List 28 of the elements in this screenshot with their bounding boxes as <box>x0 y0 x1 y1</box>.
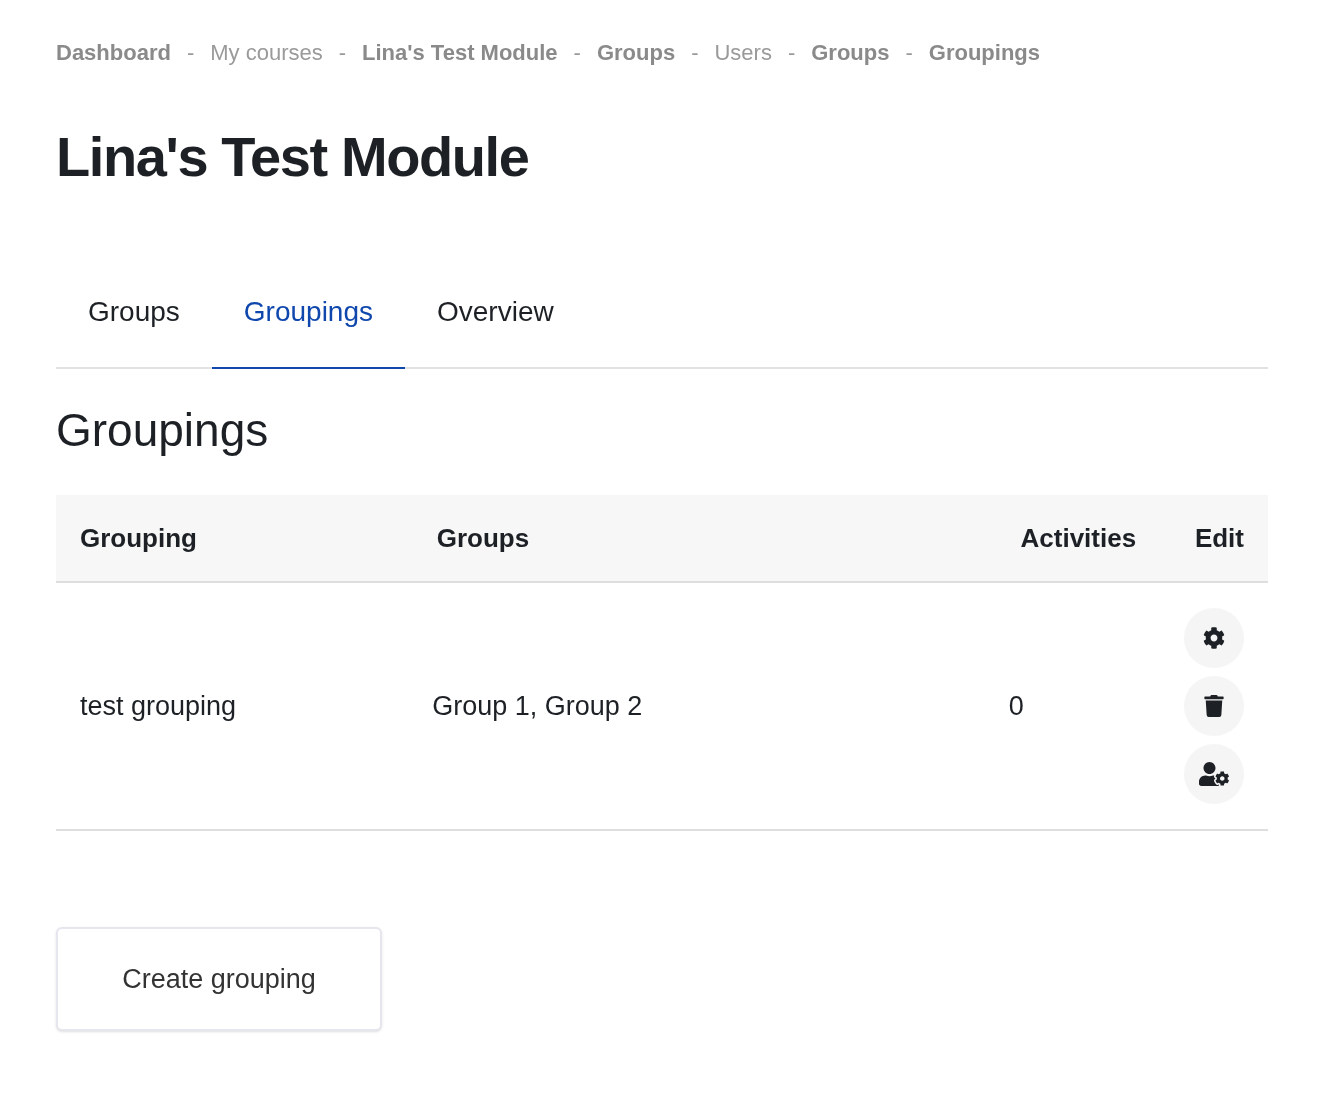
tab[interactable]: Groups <box>56 289 212 369</box>
breadcrumb-link[interactable]: Dashboard <box>56 36 171 69</box>
breadcrumb-link[interactable]: Groupings <box>928 36 1041 69</box>
column-header: Activities <box>1020 522 1137 553</box>
breadcrumb-link[interactable]: Lina's Test Module <box>362 36 558 69</box>
column-header: Grouping <box>80 522 197 553</box>
breadcrumb-separator: - <box>787 39 796 67</box>
table-cell: Group 1, Group 2 <box>432 690 643 721</box>
breadcrumb-separator: - <box>573 39 581 67</box>
column-header: Edit <box>1194 522 1244 553</box>
table-cell: 0 <box>1008 690 1024 721</box>
breadcrumb-separator: - <box>905 39 913 67</box>
breadcrumb-item: My courses <box>210 39 323 67</box>
breadcrumb-link[interactable]: Groups <box>596 36 676 69</box>
breadcrumb-link[interactable]: Groups <box>811 36 890 69</box>
breadcrumb-separator: - <box>691 39 699 67</box>
create-grouping-button[interactable]: Create grouping <box>56 927 382 1031</box>
breadcrumb-separator: - <box>186 39 195 67</box>
settings-icon <box>1203 627 1225 649</box>
page-title: Lina's Test Module <box>56 129 530 185</box>
trash-icon <box>1203 695 1225 717</box>
tab[interactable]: Groupings <box>211 289 405 369</box>
user-gear-icon <box>1199 759 1229 789</box>
table-cell: test grouping <box>80 690 237 721</box>
tab[interactable]: Overview <box>405 289 586 369</box>
column-header: Groups <box>436 522 530 553</box>
breadcrumb-separator: - <box>338 39 347 67</box>
breadcrumb-item: Users <box>714 39 772 67</box>
